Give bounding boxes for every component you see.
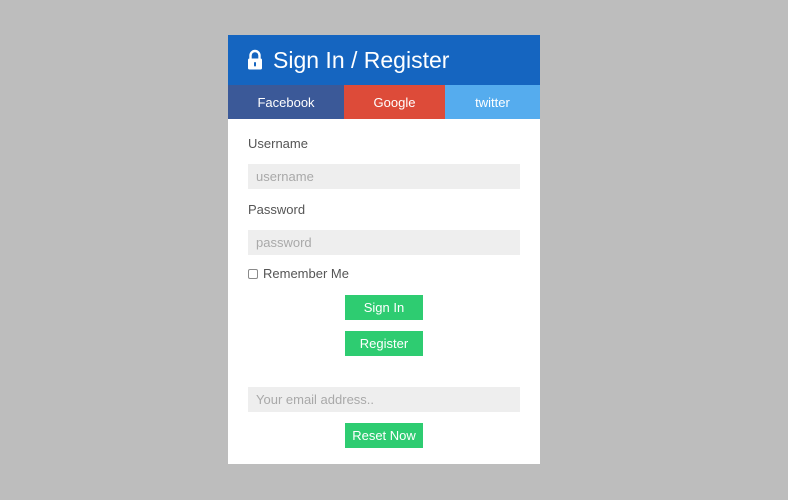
login-card: Sign In / Register Facebook Google twitt… xyxy=(228,35,540,464)
reset-now-button[interactable]: Reset Now xyxy=(345,423,423,448)
twitter-button[interactable]: twitter xyxy=(445,85,540,119)
register-button[interactable]: Register xyxy=(345,331,423,356)
remember-me-row[interactable]: Remember Me xyxy=(248,266,349,281)
page-title: Sign In / Register xyxy=(273,46,450,73)
password-input[interactable] xyxy=(248,230,520,255)
social-login-bar: Facebook Google twitter xyxy=(228,85,540,119)
sign-in-button[interactable]: Sign In xyxy=(345,295,423,320)
google-button[interactable]: Google xyxy=(344,85,445,119)
remember-me-checkbox[interactable] xyxy=(248,268,258,279)
username-input[interactable] xyxy=(248,164,520,189)
email-input[interactable] xyxy=(248,387,520,412)
username-label: Username xyxy=(248,136,308,151)
facebook-button[interactable]: Facebook xyxy=(228,85,344,119)
remember-me-label: Remember Me xyxy=(263,266,349,281)
card-header: Sign In / Register xyxy=(228,35,540,85)
password-label: Password xyxy=(248,202,306,217)
lock-icon xyxy=(248,49,262,70)
